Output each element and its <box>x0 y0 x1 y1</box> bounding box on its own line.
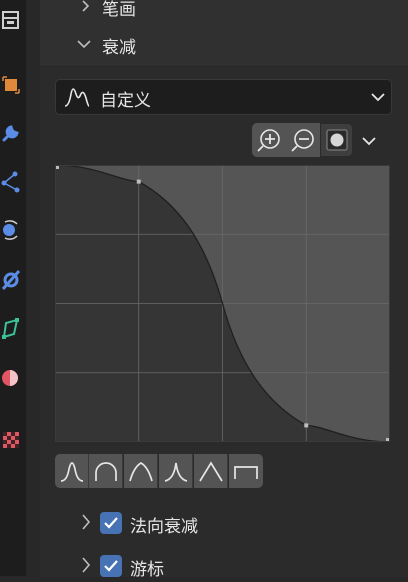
falloff-preset-label: 自定义 <box>100 91 151 111</box>
zoom-out-icon <box>291 129 314 152</box>
properties-tab-strip <box>0 0 26 576</box>
zoom-out-button[interactable] <box>286 123 321 157</box>
clipping-button[interactable] <box>320 123 353 157</box>
falloff-preset-dropdown[interactable]: 自定义 <box>55 79 392 115</box>
texture-icon <box>3 432 19 448</box>
tool-tab[interactable] <box>0 6 22 34</box>
chevron-right-icon[interactable] <box>80 556 92 574</box>
particles-icon <box>1 171 20 193</box>
physics-tab[interactable] <box>0 216 22 244</box>
sharp-preset-button[interactable] <box>159 454 193 488</box>
sphere-curve-icon <box>94 462 117 481</box>
normal-falloff-row[interactable]: 法向衰减 <box>80 509 400 539</box>
texture-tab[interactable] <box>0 426 22 454</box>
chevron-right-icon[interactable] <box>80 513 92 531</box>
physics-icon <box>3 220 18 240</box>
stroke-section-header[interactable]: 笔画 <box>40 0 408 26</box>
material-tab[interactable] <box>0 364 22 392</box>
stroke-section-label: 笔画 <box>102 0 136 20</box>
sharp-curve-icon <box>164 462 187 482</box>
material-icon <box>2 370 18 386</box>
root-preset-button[interactable] <box>124 454 158 488</box>
constant-curve-icon <box>234 466 258 479</box>
chevron-right-icon <box>82 0 90 12</box>
data-tab[interactable] <box>0 315 22 343</box>
cursor-row[interactable]: 游标 <box>80 552 400 582</box>
falloff-curve-editor[interactable] <box>55 165 390 442</box>
wrench-icon <box>2 125 19 142</box>
constraints-tab[interactable] <box>0 266 22 294</box>
tool-icon <box>2 11 19 29</box>
particles-tab[interactable] <box>0 168 22 196</box>
constraint-icon <box>1 270 21 290</box>
custom-curve-icon <box>64 88 90 107</box>
sphere-preset-button[interactable] <box>89 454 123 488</box>
linear-curve-icon <box>198 461 223 482</box>
falloff-section-header[interactable]: 衰减 <box>40 26 408 66</box>
root-curve-icon <box>128 462 153 482</box>
chevron-down-icon <box>371 93 385 102</box>
modifier-tab[interactable] <box>0 118 22 146</box>
constant-preset-button[interactable] <box>229 454 263 488</box>
normal-falloff-label: 法向衰减 <box>130 517 198 537</box>
cursor-checkbox[interactable] <box>100 555 122 577</box>
linear-preset-button[interactable] <box>194 454 228 488</box>
chevron-down-icon[interactable] <box>360 130 378 152</box>
curve-control-point[interactable] <box>304 423 309 428</box>
falloff-section-label: 衰减 <box>102 38 136 58</box>
zoom-in-icon <box>257 129 280 152</box>
object-tab[interactable] <box>0 71 22 99</box>
clip-icon <box>326 129 347 151</box>
smooth-curve-icon <box>60 462 83 482</box>
zoom-in-button[interactable] <box>252 123 287 157</box>
curve-control-point[interactable] <box>136 179 141 184</box>
mesh-data-icon <box>2 318 19 339</box>
chevron-down-icon <box>77 40 91 49</box>
checkmark-icon <box>104 560 118 572</box>
smooth-preset-button[interactable] <box>55 454 89 488</box>
object-icon <box>2 76 20 94</box>
cursor-label: 游标 <box>130 560 164 580</box>
normal-falloff-checkbox[interactable] <box>100 512 122 534</box>
checkmark-icon <box>104 517 118 529</box>
shape-preset-row <box>55 454 263 488</box>
